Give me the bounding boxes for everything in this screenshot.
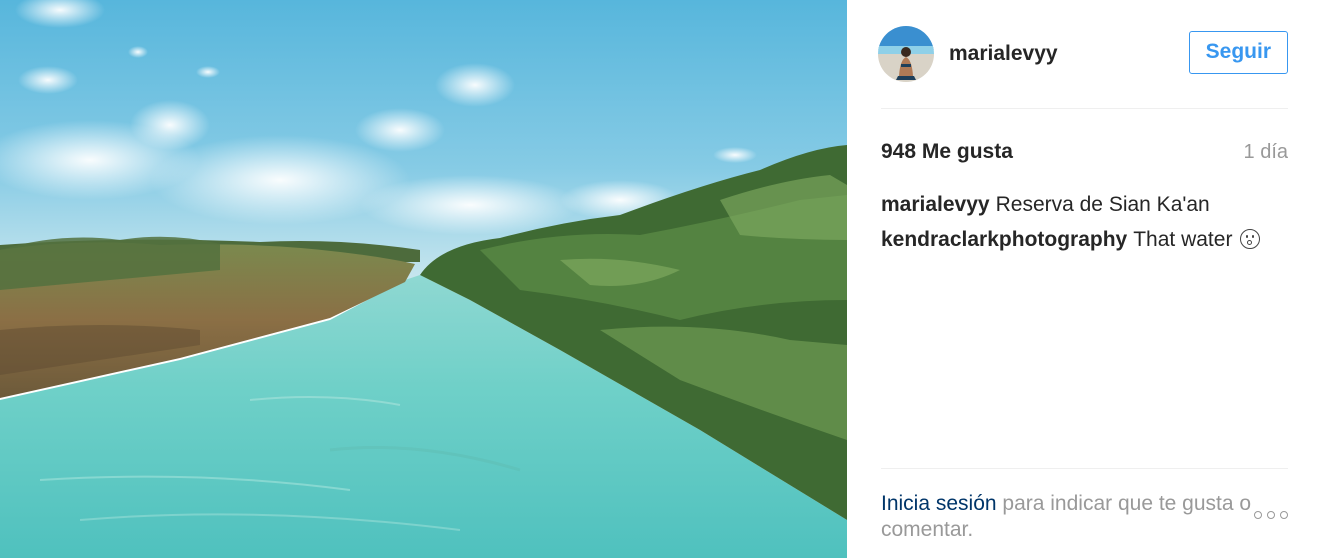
follow-button[interactable]: Seguir xyxy=(1188,30,1288,74)
ellipsis-icon[interactable] xyxy=(1254,509,1288,521)
post-card: marialevyy Seguir 948 Me gusta 1 día mar… xyxy=(0,0,1320,558)
comment-text: Reserva de Sian Ka'an xyxy=(995,193,1210,216)
caption: marialevyy Reserva de Sian Ka'an xyxy=(881,187,1288,222)
post-photo[interactable] xyxy=(0,0,847,558)
post-timestamp[interactable]: 1 día xyxy=(1244,141,1288,164)
post-stats: 948 Me gusta 1 día xyxy=(881,140,1288,164)
post-sidebar: marialevyy Seguir 948 Me gusta 1 día mar… xyxy=(847,0,1320,558)
comment-list: marialevyy Reserva de Sian Ka'an kendracl… xyxy=(881,187,1288,257)
avatar[interactable] xyxy=(878,26,934,82)
astonished-face-icon xyxy=(1240,229,1261,249)
comment-author[interactable]: marialevyy xyxy=(881,193,990,216)
likes-count[interactable]: 948 Me gusta xyxy=(881,140,1013,164)
comment: kendraclarkphotography That water xyxy=(881,222,1288,257)
post-header: marialevyy Seguir xyxy=(878,0,1288,109)
login-prompt: Inicia sesión para indicar que te gusta … xyxy=(881,491,1254,543)
comment-author[interactable]: kendraclarkphotography xyxy=(881,228,1127,251)
comment-text: That water xyxy=(1133,228,1233,251)
post-author-username[interactable]: marialevyy xyxy=(949,42,1189,66)
post-footer: Inicia sesión para indicar que te gusta … xyxy=(881,468,1288,543)
login-link[interactable]: Inicia sesión xyxy=(881,492,997,515)
